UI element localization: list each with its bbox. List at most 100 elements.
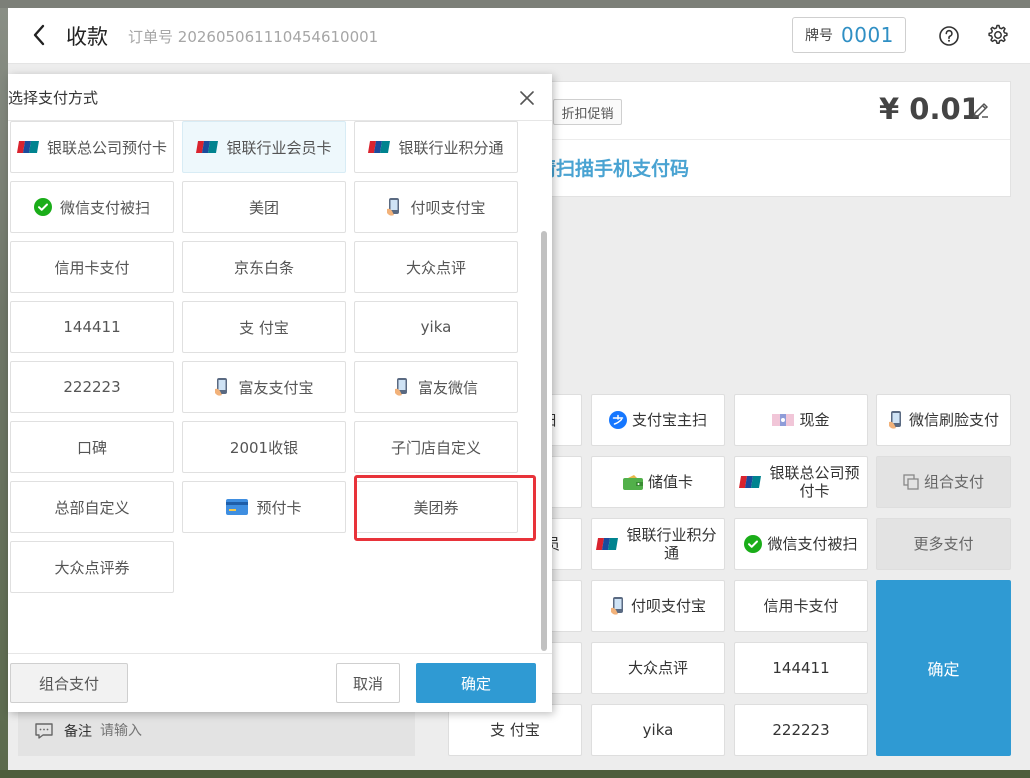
payment-method-button[interactable]: 银联行业积分通: [591, 518, 725, 570]
payment-option[interactable]: 子门店自定义: [354, 421, 518, 473]
desktop-backdrop: [0, 0, 1030, 8]
scrollbar-thumb[interactable]: [541, 231, 547, 651]
payment-method-label: 银联总公司预付卡: [769, 464, 860, 500]
scan-hint: 请扫描手机支付码: [537, 158, 690, 180]
payment-option[interactable]: 银联行业会员卡: [182, 121, 346, 173]
payment-option[interactable]: 美团: [182, 181, 346, 233]
comment-icon: [35, 723, 53, 739]
page-title: 收款: [66, 25, 108, 49]
payment-option[interactable]: 美团券: [354, 481, 518, 533]
payment-option-label: 美团: [248, 198, 279, 217]
gear-icon[interactable]: [983, 21, 1011, 49]
phone-icon: [888, 410, 904, 430]
unionpay-icon: [368, 141, 391, 153]
order-number: 订单号 202605061110454610001: [128, 26, 378, 47]
payment-option[interactable]: 银联总公司预付卡: [10, 121, 174, 173]
payment-option-label: 付呗支付宝: [410, 198, 486, 217]
combo-payment-button[interactable]: 组合支付: [10, 663, 128, 703]
payment-method-dialog: 选择支付方式 银联总公司预付卡 银联行业会员卡 银联行业积分通 微信支付被扫 美团 付呗支…: [8, 74, 552, 712]
remark-input[interactable]: [100, 723, 300, 739]
order-number-value: 202605061110454610001: [177, 28, 379, 46]
tag-number-box[interactable]: 牌号 0001: [792, 17, 906, 53]
payment-option-label: 京东白条: [233, 258, 294, 277]
payment-option[interactable]: 信用卡支付: [10, 241, 174, 293]
payment-option[interactable]: 大众点评券: [10, 541, 174, 593]
payment-option[interactable]: yika: [354, 301, 518, 353]
payment-option[interactable]: 2001收银: [182, 421, 346, 473]
payment-method-button[interactable]: 144411: [734, 642, 868, 694]
remark-label: 备注: [64, 724, 92, 740]
unionpay-icon: [196, 141, 219, 153]
payment-method-label: 银联行业积分通: [626, 526, 717, 562]
card-icon: [226, 499, 249, 515]
payment-option[interactable]: 银联行业积分通: [354, 121, 518, 173]
payment-option[interactable]: 支 付宝: [182, 301, 346, 353]
amount-card: 折扣促销 ¥ 0.01 请扫描手机支付码: [536, 81, 1011, 197]
help-icon[interactable]: [936, 23, 962, 49]
payment-option[interactable]: 京东白条: [182, 241, 346, 293]
payment-method-button[interactable]: yika: [591, 704, 725, 756]
payment-method-button[interactable]: 微信支付被扫: [734, 518, 868, 570]
payment-method-button[interactable]: 组合支付: [876, 456, 1011, 508]
close-icon: [520, 91, 534, 105]
order-number-label: 订单号: [128, 28, 174, 46]
payment-method-label: 付呗支付宝: [630, 597, 706, 615]
phone-icon: [610, 596, 626, 616]
payment-option[interactable]: 总部自定义: [10, 481, 174, 533]
payment-method-label: 大众点评: [627, 659, 688, 677]
wechat-icon: [744, 535, 763, 553]
dialog-body: 银联总公司预付卡 银联行业会员卡 银联行业积分通微信支付被扫 美团 付呗支付宝信用卡支付…: [8, 121, 552, 653]
alipay-icon: [608, 411, 627, 429]
payment-option-label: 口碑: [76, 438, 107, 457]
payment-option[interactable]: 富友微信: [354, 361, 518, 413]
unionpay-icon: [738, 476, 761, 488]
payment-option[interactable]: 大众点评: [354, 241, 518, 293]
payment-option[interactable]: 付呗支付宝: [354, 181, 518, 233]
payment-option-label: 子门店自定义: [390, 438, 481, 457]
payment-method-label: 微信支付被扫: [767, 535, 858, 553]
payment-method-label: 支 付宝: [490, 721, 540, 739]
payment-option[interactable]: 富友支付宝: [182, 361, 346, 413]
checkout-window: 收款 订单号 202605061110454610001 牌号 0001 折扣促…: [8, 8, 1030, 770]
confirm-payment-button[interactable]: 确定: [876, 580, 1011, 756]
payment-option-label: 总部自定义: [54, 498, 130, 517]
desktop-backdrop-bottom: [0, 770, 1030, 778]
payment-method-button[interactable]: 微信刷脸支付: [876, 394, 1011, 446]
payment-method-button[interactable]: 银联总公司预付卡: [734, 456, 868, 508]
payment-option[interactable]: 222223: [10, 361, 174, 413]
payment-method-button[interactable]: 付呗支付宝: [591, 580, 725, 632]
payment-option-label: 222223: [63, 378, 121, 396]
payment-method-label: 144411: [772, 659, 830, 677]
payment-method-label: 支付宝主扫: [631, 411, 707, 429]
chevron-left-icon: [33, 24, 45, 46]
ok-button[interactable]: 确定: [416, 663, 536, 703]
payment-option[interactable]: 144411: [10, 301, 174, 353]
close-button[interactable]: [514, 86, 540, 110]
payment-method-button[interactable]: 大众点评: [591, 642, 725, 694]
payment-option[interactable]: 微信支付被扫: [10, 181, 174, 233]
payment-option-label: 富友微信: [417, 378, 478, 397]
payment-method-button[interactable]: 储值卡: [591, 456, 725, 508]
promo-tag[interactable]: 折扣促销: [553, 99, 622, 125]
payment-method-button[interactable]: 信用卡支付: [734, 580, 868, 632]
phone-icon: [214, 377, 230, 397]
payment-option-label: 144411: [63, 318, 121, 336]
payment-method-button[interactable]: 更多支付: [876, 518, 1011, 570]
payment-option[interactable]: 口碑: [10, 421, 174, 473]
tag-number-label: 牌号: [805, 28, 833, 44]
cancel-button[interactable]: 取消: [336, 663, 400, 703]
top-bar: 收款 订单号 202605061110454610001 牌号 0001: [8, 8, 1030, 64]
payment-method-button[interactable]: 现金: [734, 394, 868, 446]
phone-icon: [394, 377, 410, 397]
payment-option-label: 大众点评: [405, 258, 466, 277]
dialog-footer: 组合支付 取消 确定: [8, 653, 552, 712]
wallet-icon: [622, 474, 643, 490]
payment-method-button[interactable]: 222223: [734, 704, 868, 756]
back-button[interactable]: [26, 20, 52, 50]
payment-option[interactable]: 预付卡: [182, 481, 346, 533]
pencil-icon[interactable]: [969, 98, 993, 122]
payment-option-label: 微信支付被扫: [59, 198, 150, 217]
payment-method-label: 更多支付: [913, 535, 974, 553]
payment-option-label: 富友支付宝: [238, 378, 314, 397]
payment-method-button[interactable]: 支付宝主扫: [591, 394, 725, 446]
